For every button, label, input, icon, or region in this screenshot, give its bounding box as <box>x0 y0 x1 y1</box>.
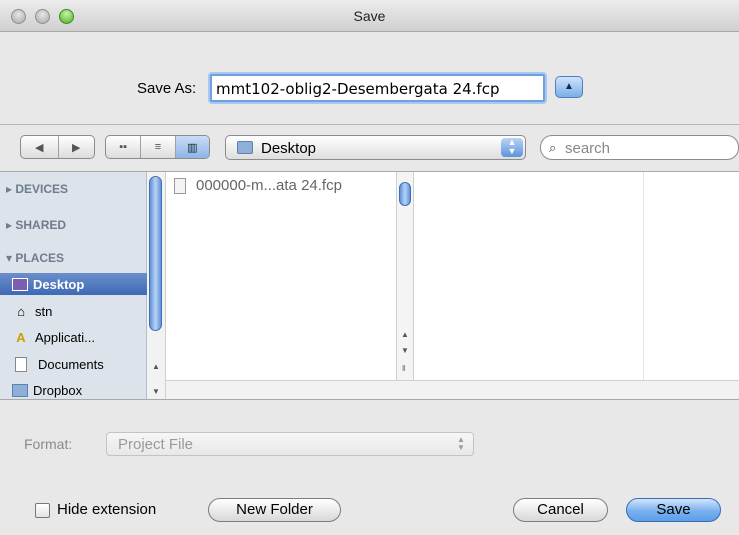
scroll-down-arrow-icon[interactable]: ▼ <box>401 346 409 355</box>
forward-arrow-icon: ▶ <box>72 141 81 154</box>
sidebar-item-desktop[interactable]: Desktop <box>0 273 147 295</box>
new-folder-button[interactable]: New Folder <box>208 498 341 522</box>
back-arrow-icon: ◀ <box>35 141 44 154</box>
save-as-row: Save As: mmt102-oblig2-Desembergata 24.f… <box>0 32 739 138</box>
disclosure-down-icon: ▾ <box>6 251 16 265</box>
search-icon: ⌕ <box>549 140 557 155</box>
sidebar-section-shared[interactable]: ▸ SHARED <box>6 218 66 232</box>
browser-column-1: 000000-m...ata 24.fcp <box>166 172 397 399</box>
sidebar-item-dropbox[interactable]: Dropbox <box>0 379 147 401</box>
columns-icon: ▥ <box>187 141 198 154</box>
sidebar: ▸ DEVICES ▸ SHARED ▾ PLACES Desktop ⌂ st… <box>0 172 147 399</box>
icon-grid-icon: ▪▪ <box>119 141 128 153</box>
document-icon <box>15 356 27 372</box>
format-label: Format: <box>24 436 73 452</box>
sidebar-item-label: Dropbox <box>33 382 83 398</box>
save-button[interactable]: Save <box>626 498 721 522</box>
folder-icon <box>12 383 28 397</box>
column-scrollbar[interactable]: ▲ ▼ ‖ <box>397 172 414 380</box>
icon-view-button[interactable]: ▪▪ <box>106 136 140 158</box>
desktop-icon <box>12 277 28 291</box>
save-as-label: Save As: <box>137 80 197 97</box>
cancel-button[interactable]: Cancel <box>513 498 608 522</box>
sidebar-item-stn[interactable]: ⌂ stn <box>0 300 147 322</box>
home-icon: ⌂ <box>17 303 25 319</box>
sidebar-item-label: Documents <box>38 356 104 372</box>
sidebar-item-documents[interactable]: Documents <box>0 353 147 375</box>
scroll-up-arrow-icon[interactable]: ▲ <box>401 330 409 339</box>
applications-icon: A <box>16 329 26 345</box>
forward-button[interactable]: ▶ <box>57 136 95 158</box>
location-label: Desktop <box>261 140 317 157</box>
back-button[interactable]: ◀ <box>21 136 58 158</box>
sidebar-item-label: Applicati... <box>35 329 95 345</box>
button-bar: Hide extension New Folder Cancel Save <box>0 473 739 535</box>
location-popup[interactable]: Desktop ▲ ▼ <box>225 135 526 160</box>
format-row: Format: Project File ▲ ▼ <box>0 400 739 473</box>
collapse-disclosure-button[interactable]: ▲ <box>555 76 583 98</box>
hide-extension-checkbox[interactable] <box>35 503 50 518</box>
sidebar-scroll-thumb[interactable] <box>149 176 162 331</box>
sidebar-item-label: Desktop <box>33 276 85 292</box>
search-placeholder: search <box>565 140 611 157</box>
column-view-button[interactable]: ▥ <box>174 136 209 158</box>
filename-input[interactable]: mmt102-oblig2-Desembergata 24.fcp <box>210 74 545 102</box>
list-view-button[interactable]: ≡ <box>140 136 174 158</box>
view-mode-control: ▪▪ ≡ ▥ <box>105 135 210 159</box>
sidebar-scrollbar[interactable]: ▲ ▼ <box>147 172 166 399</box>
hide-extension-label[interactable]: Hide extension <box>57 501 156 518</box>
folder-icon <box>237 141 253 154</box>
scroll-down-arrow-icon[interactable]: ▼ <box>152 387 160 396</box>
window-title: Save <box>353 8 386 24</box>
triangle-up-icon: ▲ <box>564 81 574 92</box>
file-icon <box>174 177 186 194</box>
column-resize-handle-icon[interactable]: ‖ <box>402 364 405 373</box>
sidebar-section-places[interactable]: ▾ PLACES <box>6 251 64 265</box>
disclosure-right-icon: ▸ <box>6 218 16 232</box>
file-name: 000000-m...ata 24.fcp <box>196 177 342 194</box>
column-scroll-thumb[interactable] <box>399 182 411 206</box>
horizontal-scrollbar[interactable] <box>166 380 739 399</box>
sidebar-item-applications[interactable]: A Applicati... <box>0 326 147 348</box>
back-forward-control: ◀ ▶ <box>20 135 95 159</box>
file-item[interactable]: 000000-m...ata 24.fcp <box>174 177 342 194</box>
browser-column-2 <box>414 172 644 380</box>
sidebar-section-devices[interactable]: ▸ DEVICES <box>6 182 68 196</box>
browser-toolbar: ◀ ▶ ▪▪ ≡ ▥ Desktop ▲ ▼ ⌕ search <box>0 125 739 170</box>
sidebar-item-label: stn <box>35 303 53 319</box>
title-bar: Save <box>0 0 739 32</box>
format-value: Project File <box>118 436 194 453</box>
disclosure-right-icon: ▸ <box>6 182 16 196</box>
popup-stepper-icon: ▲ ▼ <box>457 435 465 452</box>
format-popup[interactable]: Project File ▲ ▼ <box>106 432 474 456</box>
scroll-up-arrow-icon[interactable]: ▲ <box>152 362 160 371</box>
save-dialog: Save Save As: mmt102-oblig2-Desembergata… <box>0 0 739 535</box>
popup-stepper-icon: ▲ ▼ <box>501 138 523 157</box>
list-icon: ≡ <box>154 141 162 153</box>
file-browser: ▸ DEVICES ▸ SHARED ▾ PLACES Desktop ⌂ st… <box>0 171 739 400</box>
search-field[interactable]: ⌕ search <box>540 135 739 160</box>
